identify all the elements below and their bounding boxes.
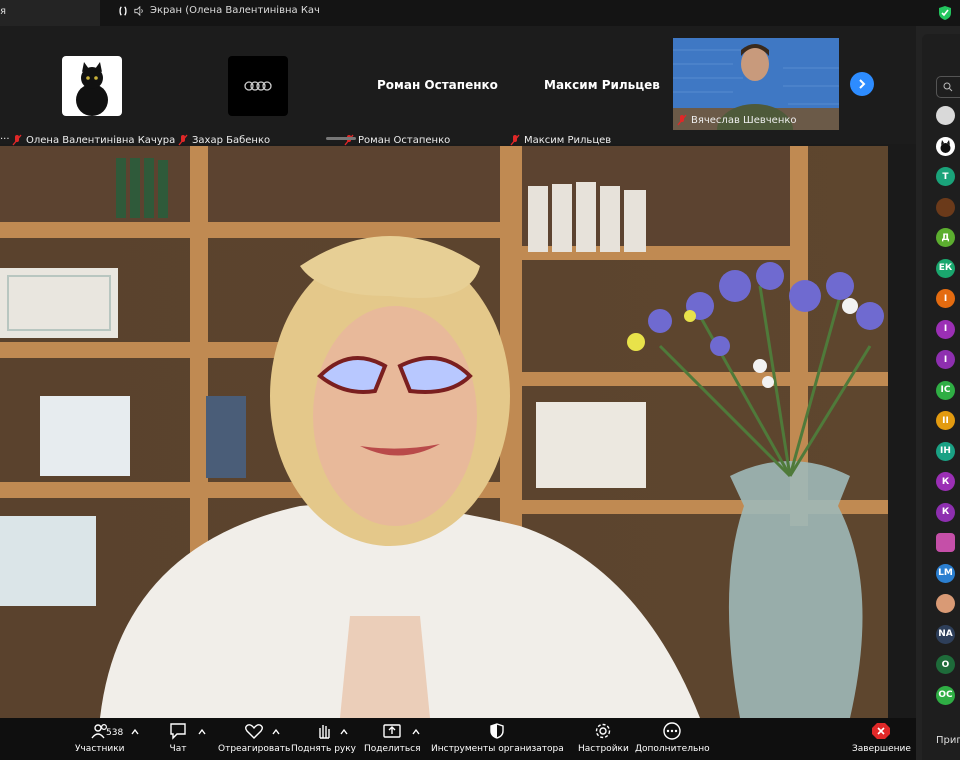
participant-avatar[interactable]: І: [936, 319, 955, 339]
participant-avatar[interactable]: LM: [936, 563, 955, 583]
participant-display-name: Максим Рильцев: [544, 78, 660, 92]
share-screen-button[interactable]: Поделиться: [364, 722, 421, 754]
end-label: Завершение: [852, 744, 911, 754]
chevron-up-icon[interactable]: [131, 728, 139, 736]
participant-video-tile[interactable]: Вячеслав Шевченко: [673, 38, 839, 130]
invite-button[interactable]: Пригл: [936, 735, 960, 746]
settings-button[interactable]: Настройки: [578, 722, 629, 754]
chat-button[interactable]: Чат: [168, 722, 188, 754]
participant-avatar[interactable]: І: [936, 289, 955, 308]
participant-name: Захар Бабенко: [192, 134, 271, 146]
participant-avatar[interactable]: [936, 136, 955, 156]
participant-avatar[interactable]: ЕК: [936, 258, 955, 278]
participant-avatar[interactable]: К: [936, 502, 955, 522]
participant-name: Роман Остапенко: [358, 134, 451, 146]
participant-avatar[interactable]: [936, 594, 955, 613]
chevron-right-icon: [859, 79, 866, 89]
participant-name: Вячеслав Шевченко: [691, 114, 797, 126]
participant-name: Максим Рильцев: [524, 134, 612, 146]
react-button[interactable]: Отреагировать: [218, 722, 290, 754]
left-tab[interactable]: я: [0, 0, 100, 26]
share-screen-icon: [383, 724, 401, 738]
participant-tile[interactable]: Максим Рильцев Максим Рильцев: [510, 36, 670, 148]
participant-display-name: Роман Остапенко: [377, 78, 498, 92]
mic-muted-icon: [12, 134, 22, 146]
participant-search-input[interactable]: [936, 76, 960, 98]
share-label: Поделиться: [364, 744, 421, 754]
participant-nameplate: Вячеслав Шевченко: [677, 112, 797, 128]
encryption-shield-icon: [939, 6, 951, 20]
more-button[interactable]: Дополнительно: [635, 722, 710, 754]
participant-avatar[interactable]: ІС: [936, 380, 955, 400]
participant-avatar[interactable]: К: [936, 472, 955, 491]
truncated-left-name: ...: [0, 130, 10, 142]
gear-icon: [596, 723, 611, 739]
chat-icon: [170, 723, 186, 740]
meeting-toolbar: Участники 538 Чат Отреагировать Поднять …: [0, 718, 916, 760]
react-label: Отреагировать: [218, 744, 291, 754]
end-icon: [872, 723, 891, 739]
mic-muted-icon: [178, 134, 188, 146]
participants-panel: ТДЕКІІІІСІІІНККLMNAООС Пригл: [916, 26, 960, 760]
participants-label: Участники: [75, 744, 125, 754]
audi-avatar: [228, 56, 288, 116]
left-tab-label: я: [0, 6, 7, 17]
gallery-strip: ... Олена Валентинівна Качура Захар Бабе…: [0, 26, 916, 146]
hand-icon: [318, 725, 330, 739]
more-label: Дополнительно: [635, 744, 710, 754]
participant-tile[interactable]: Роман Остапенко Роман Остапенко: [344, 36, 504, 148]
raise-hand-label: Поднять руку: [291, 744, 357, 754]
chevron-up-icon[interactable]: [340, 728, 348, 736]
screen-share-tab[interactable]: Экран (Олена Валентинівна Кач: [118, 5, 320, 16]
participant-count: 538: [106, 728, 124, 738]
mic-muted-icon: [344, 134, 354, 146]
cat-avatar: [62, 56, 122, 116]
active-speaker-video[interactable]: [0, 146, 888, 718]
pause-share-icon: [119, 5, 127, 16]
mic-muted-icon: [677, 114, 687, 126]
participant-avatar[interactable]: [936, 197, 955, 217]
participant-tile[interactable]: Олена Валентинівна Качура: [12, 36, 176, 148]
participant-avatar[interactable]: Т: [936, 167, 955, 186]
participant-avatar[interactable]: Д: [936, 228, 955, 247]
settings-label: Настройки: [578, 744, 629, 754]
participant-avatar[interactable]: ІН: [936, 441, 955, 461]
search-icon: [943, 82, 953, 92]
title-bar: я Экран (Олена Валентинівна Кач: [0, 0, 960, 26]
participant-name: Олена Валентинівна Качура: [26, 134, 176, 146]
participant-avatar[interactable]: ІІ: [936, 411, 955, 430]
participant-avatar[interactable]: [936, 533, 955, 552]
heart-icon: [245, 724, 264, 739]
participant-avatar[interactable]: [936, 106, 955, 125]
participant-avatar[interactable]: О: [936, 655, 955, 674]
chevron-up-icon[interactable]: [412, 728, 420, 736]
host-tools-button[interactable]: Инструменты организатора: [431, 722, 564, 754]
participant-avatar[interactable]: І: [936, 350, 955, 369]
more-icon: [663, 722, 682, 740]
mic-muted-icon: [510, 134, 520, 146]
gallery-scroll-indicator[interactable]: [326, 137, 356, 140]
participant-tile[interactable]: Захар Бабенко: [178, 36, 338, 148]
host-tools-label: Инструменты организатора: [431, 744, 564, 754]
raise-hand-button[interactable]: Поднять руку: [291, 722, 356, 754]
share-title: Экран (Олена Валентинівна Кач: [150, 5, 320, 16]
participant-avatar[interactable]: ОС: [936, 685, 955, 705]
next-page-button[interactable]: [850, 72, 874, 96]
shield-icon: [490, 723, 505, 739]
chevron-up-icon[interactable]: [198, 728, 206, 736]
speaker-video-frame: [0, 146, 888, 718]
chevron-up-icon[interactable]: [272, 728, 280, 736]
participants-button[interactable]: Участники: [75, 722, 125, 754]
speaker-icon: [134, 5, 143, 16]
participant-avatar[interactable]: NA: [936, 624, 955, 644]
end-meeting-button[interactable]: Завершение: [852, 722, 911, 754]
chat-label: Чат: [169, 744, 187, 754]
